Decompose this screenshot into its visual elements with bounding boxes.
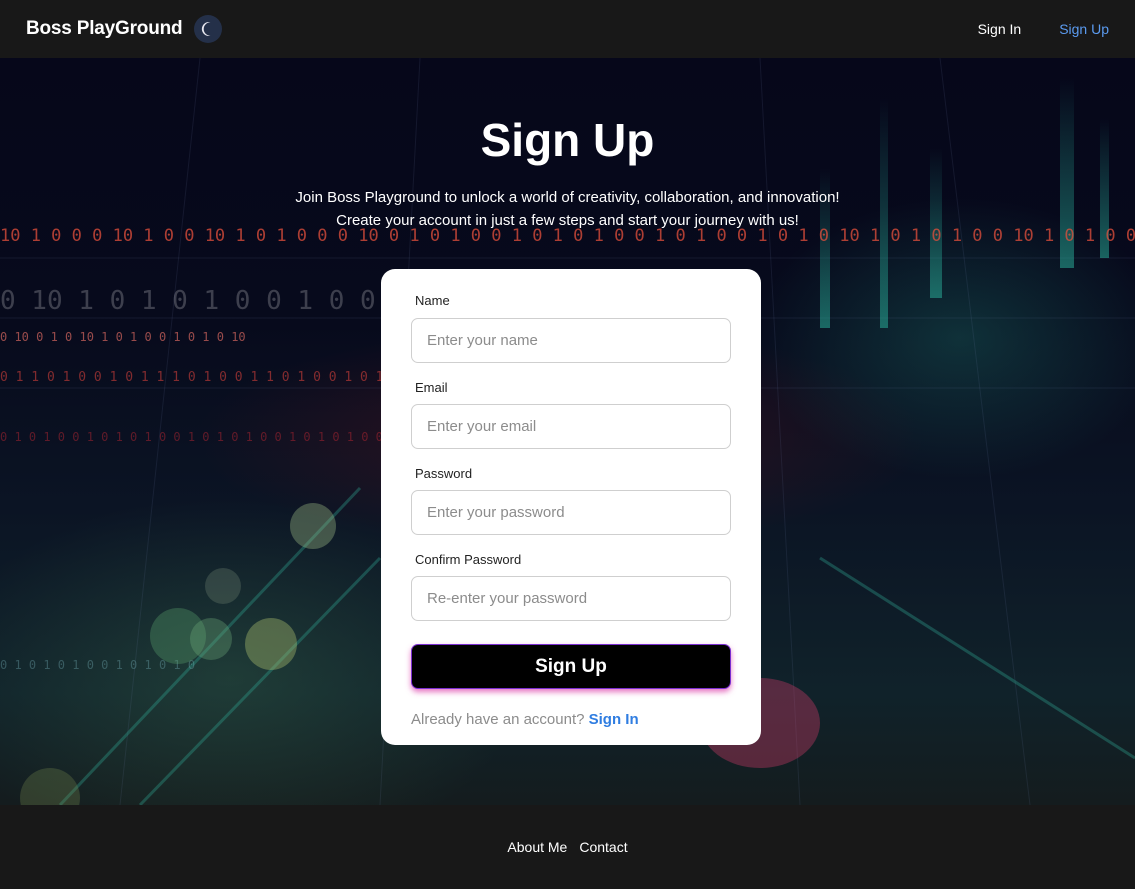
theme-toggle-button[interactable] bbox=[194, 15, 223, 43]
navbar: Boss PlayGround Sign In Sign Up bbox=[0, 0, 1135, 58]
password-label: Password bbox=[415, 466, 473, 481]
password-input[interactable] bbox=[411, 490, 731, 535]
sign-up-button[interactable]: Sign Up bbox=[411, 644, 731, 689]
brand-logo[interactable]: Boss PlayGround bbox=[26, 18, 183, 40]
confirm-password-label: Confirm Password bbox=[415, 552, 522, 567]
footer-contact-link[interactable]: Contact bbox=[579, 839, 627, 855]
signin-prompt-text: Already have an account? bbox=[411, 711, 585, 728]
intro-text-line-2: Create your account in just a few steps … bbox=[336, 212, 799, 229]
signin-link[interactable]: Sign In bbox=[589, 711, 639, 728]
hero-section: 10 1 0 0 0 10 1 0 0 10 1 0 1 0 0 0 10 0 … bbox=[0, 58, 1135, 805]
email-input[interactable] bbox=[411, 404, 731, 449]
nav-sign-up-link[interactable]: Sign Up bbox=[1059, 21, 1109, 37]
confirm-password-input[interactable] bbox=[411, 576, 731, 621]
nav-links: Sign In Sign Up bbox=[940, 21, 1109, 37]
signup-form: Name Email Password Confirm Password Sig… bbox=[381, 269, 761, 745]
moon-icon bbox=[202, 22, 211, 36]
intro-text-line-1: Join Boss Playground to unlock a world o… bbox=[295, 189, 840, 206]
name-label: Name bbox=[415, 293, 450, 308]
footer: About Me Contact bbox=[0, 805, 1135, 889]
signin-prompt-row: Already have an account? Sign In bbox=[411, 711, 639, 728]
name-input[interactable] bbox=[411, 318, 731, 363]
page-title: Sign Up bbox=[480, 114, 655, 166]
footer-about-me-link[interactable]: About Me bbox=[507, 839, 567, 855]
nav-sign-in-link[interactable]: Sign In bbox=[978, 21, 1022, 37]
email-label: Email bbox=[415, 380, 448, 395]
